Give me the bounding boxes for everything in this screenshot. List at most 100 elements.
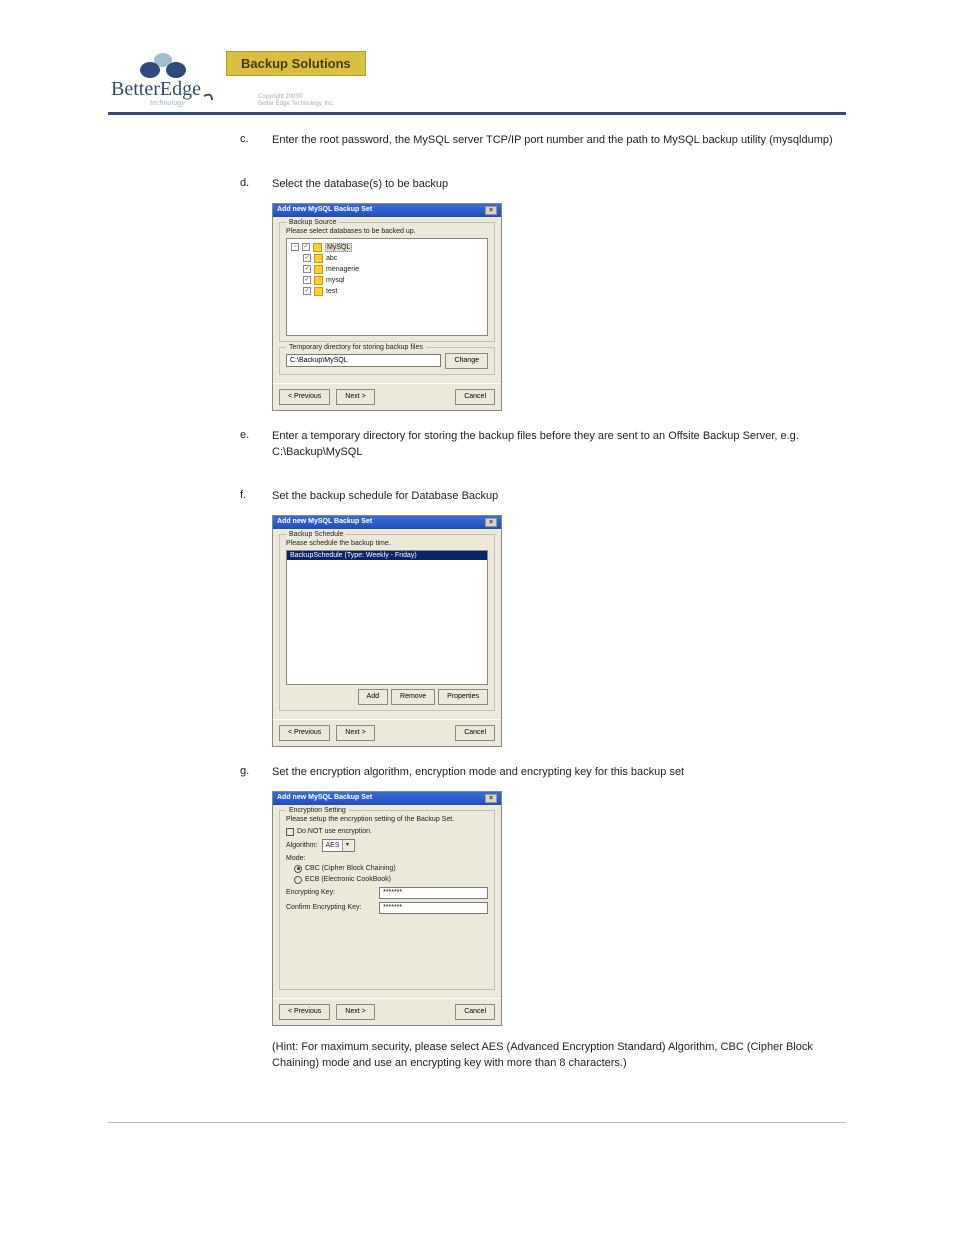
checkbox-icon[interactable]: ✓ (303, 254, 311, 262)
close-icon[interactable]: × (485, 206, 497, 215)
item-text: Enter the root password, the MySQL serve… (272, 133, 846, 149)
database-icon (314, 254, 323, 263)
fieldset-legend: Backup Schedule (286, 531, 346, 538)
cancel-button[interactable]: Cancel (455, 389, 495, 405)
tree-label: mysql (326, 277, 344, 284)
key-label: Encrypting Key: (286, 889, 375, 896)
banner-title: Backup Solutions (226, 51, 366, 76)
banner-block: Backup Solutions Copyright 2003© Better … (218, 51, 366, 108)
item-text: Set the encryption algorithm, encryption… (272, 765, 846, 781)
algorithm-select[interactable]: AES (322, 839, 355, 852)
properties-button[interactable]: Properties (438, 689, 488, 705)
key-row: Encrypting Key: (286, 887, 488, 899)
next-button[interactable]: Next > (336, 389, 374, 405)
mode-ecb-row[interactable]: ECB (Electronic CookBook) (286, 876, 488, 884)
close-icon[interactable]: × (485, 794, 497, 803)
change-button[interactable]: Change (445, 353, 488, 369)
checkbox-icon[interactable]: ✓ (303, 276, 311, 284)
backup-source-dialog: Add new MySQL Backup Set × Backup Source… (272, 203, 502, 411)
dialog-titlebar: Add new MySQL Backup Set × (273, 204, 501, 217)
backup-schedule-fieldset: Backup Schedule Please schedule the back… (279, 534, 495, 711)
encryption-fieldset: Encryption Setting Please setup the encr… (279, 810, 495, 990)
instruction-text: Please schedule the backup time. (286, 540, 488, 547)
no-encrypt-label: Do NOT use encryption. (297, 828, 372, 835)
instruction-text: Please setup the encryption setting of t… (286, 816, 488, 823)
collapse-icon[interactable]: − (291, 243, 299, 251)
page-header: BetterEdge technology Backup Solutions C… (108, 48, 846, 115)
previous-button[interactable]: < Previous (279, 725, 330, 741)
fieldset-legend: Backup Source (286, 219, 339, 226)
fieldset-legend: Temporary directory for storing backup f… (286, 344, 426, 351)
key-input[interactable] (379, 887, 488, 899)
tree-node[interactable]: ✓ abc (291, 253, 483, 264)
previous-button[interactable]: < Previous (279, 389, 330, 405)
confirm-key-input[interactable] (379, 902, 488, 914)
checkbox-icon[interactable] (286, 828, 294, 836)
tempdir-fieldset: Temporary directory for storing backup f… (279, 347, 495, 375)
close-icon[interactable]: × (485, 518, 497, 527)
tree-node[interactable]: ✓ mysql (291, 275, 483, 286)
no-encrypt-row[interactable]: Do NOT use encryption. (286, 828, 488, 836)
database-tree[interactable]: − ✓ MySQL ✓ abc ✓ menagerie ✓ mysql ✓test (286, 238, 488, 336)
list-item-e: e. Enter a temporary directory for stori… (240, 429, 846, 471)
mode-cbc-row[interactable]: CBC (Cipher Block Chaining) (286, 865, 488, 873)
item-letter: d. (240, 177, 272, 411)
tree-node[interactable]: ✓test (291, 286, 483, 297)
schedule-listbox[interactable]: BackupSchedule (Type: Weekly - Friday) (286, 550, 488, 685)
instruction-text: Please select databases to be backed up. (286, 228, 488, 235)
mode-ecb-label: ECB (Electronic CookBook) (305, 876, 391, 883)
document-page: BetterEdge technology Backup Solutions C… (0, 0, 954, 1183)
dialog-title: Add new MySQL Backup Set (277, 518, 485, 527)
add-button[interactable]: Add (358, 689, 388, 705)
tree-label: MySQL (325, 243, 352, 252)
item-letter: e. (240, 429, 272, 471)
tree-label: abc (326, 255, 337, 262)
backup-schedule-dialog: Add new MySQL Backup Set × Backup Schedu… (272, 515, 502, 747)
banner-copyright: Copyright 2003© Better Edge Technology, … (258, 94, 366, 108)
document-content: c. Enter the root password, the MySQL se… (240, 133, 846, 1082)
next-button[interactable]: Next > (336, 1004, 374, 1020)
dialog-titlebar: Add new MySQL Backup Set × (273, 792, 501, 805)
svg-text:BetterEdge: BetterEdge (111, 78, 201, 100)
encryption-dialog: Add new MySQL Backup Set × Encryption Se… (272, 791, 502, 1026)
dialog-title: Add new MySQL Backup Set (277, 794, 485, 803)
hint-text: (Hint: For maximum security, please sele… (272, 1040, 846, 1072)
database-icon (313, 243, 322, 252)
dialog-title: Add new MySQL Backup Set (277, 206, 485, 215)
database-icon (314, 265, 323, 274)
item-letter: f. (240, 489, 272, 747)
confirm-key-label: Confirm Encrypting Key: (286, 904, 375, 911)
tree-node[interactable]: ✓ menagerie (291, 264, 483, 275)
radio-icon[interactable] (294, 876, 302, 884)
list-item-d: d. Select the database(s) to be backup A… (240, 177, 846, 411)
database-icon (314, 287, 323, 296)
radio-icon[interactable] (294, 865, 302, 873)
remove-button[interactable]: Remove (391, 689, 435, 705)
checkbox-icon[interactable]: ✓ (302, 243, 310, 251)
fieldset-legend: Encryption Setting (286, 807, 349, 814)
list-item-f: f. Set the backup schedule for Database … (240, 489, 846, 747)
mode-label-row: Mode: (286, 855, 488, 862)
checkbox-icon[interactable]: ✓ (303, 265, 311, 273)
mode-cbc-label: CBC (Cipher Block Chaining) (305, 865, 396, 872)
algorithm-label: Algorithm: (286, 842, 318, 849)
item-text: Select the database(s) to be backup (272, 177, 846, 193)
logo-icon: BetterEdge technology (108, 48, 218, 108)
confirm-key-row: Confirm Encrypting Key: (286, 902, 488, 914)
item-letter: c. (240, 133, 272, 159)
mode-label: Mode: (286, 855, 305, 862)
list-item-g: g. Set the encryption algorithm, encrypt… (240, 765, 846, 1082)
tempdir-input[interactable] (286, 354, 441, 367)
page-footer-rule (108, 1122, 846, 1123)
cancel-button[interactable]: Cancel (455, 1004, 495, 1020)
item-text: Set the backup schedule for Database Bac… (272, 489, 846, 505)
previous-button[interactable]: < Previous (279, 1004, 330, 1020)
tree-label: menagerie (326, 266, 359, 273)
checkbox-icon[interactable]: ✓ (303, 287, 311, 295)
tree-node-root[interactable]: − ✓ MySQL (291, 242, 483, 253)
backup-source-fieldset: Backup Source Please select databases to… (279, 222, 495, 342)
next-button[interactable]: Next > (336, 725, 374, 741)
algorithm-row: Algorithm: AES (286, 839, 488, 852)
cancel-button[interactable]: Cancel (455, 725, 495, 741)
schedule-list-item[interactable]: BackupSchedule (Type: Weekly - Friday) (287, 551, 487, 560)
